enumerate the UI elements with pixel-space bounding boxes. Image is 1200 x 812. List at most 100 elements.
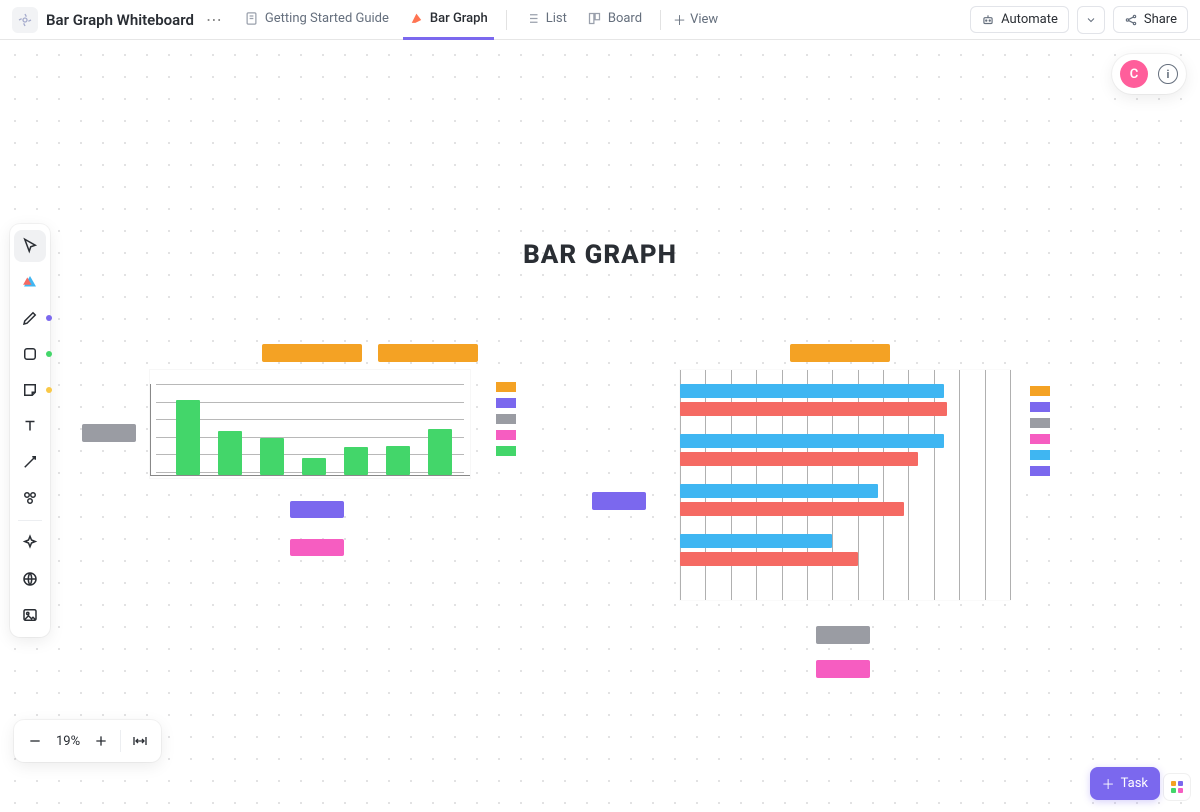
web-tool[interactable]	[14, 563, 46, 595]
chart1-legend[interactable]	[490, 374, 522, 464]
image-tool[interactable]	[14, 599, 46, 631]
automate-button[interactable]: Automate	[970, 6, 1069, 33]
info-icon[interactable]: i	[1158, 64, 1178, 84]
bar[interactable]	[428, 429, 452, 475]
share-label: Share	[1144, 12, 1177, 27]
legend-swatch[interactable]	[496, 414, 516, 424]
bar[interactable]	[680, 434, 944, 448]
bar[interactable]	[680, 534, 832, 548]
chart2-legend[interactable]	[1024, 378, 1056, 484]
automate-dropdown[interactable]	[1077, 6, 1105, 34]
sticky-note-tool[interactable]	[14, 374, 46, 406]
bar[interactable]	[680, 402, 947, 416]
bar[interactable]	[680, 484, 878, 498]
chart2-bottom-ph-1[interactable]	[816, 626, 870, 644]
ai-tool[interactable]	[14, 527, 46, 559]
share-button[interactable]: Share	[1113, 6, 1188, 33]
board-icon	[587, 11, 602, 26]
zoom-value[interactable]: 19%	[50, 734, 86, 749]
view-label: View	[690, 12, 718, 27]
bar[interactable]	[176, 400, 200, 475]
tab-separator	[660, 10, 661, 30]
avatar[interactable]: C	[1120, 60, 1148, 88]
zoom-in-button[interactable]	[86, 726, 116, 756]
hand-shape-tool[interactable]	[14, 266, 46, 298]
whiteboard-canvas[interactable]: BAR GRAPH	[0, 40, 1200, 812]
chart2-ylabel-ph[interactable]	[592, 492, 646, 510]
tab-label: Bar Graph	[430, 11, 488, 26]
chart1-ylabel-ph[interactable]	[82, 424, 136, 442]
legend-swatch[interactable]	[496, 382, 516, 392]
doc-icon	[244, 11, 259, 26]
new-task-button[interactable]: ＋ Task	[1090, 767, 1160, 800]
pen-tool[interactable]	[14, 302, 46, 334]
tab-label: Getting Started Guide	[265, 11, 389, 26]
robot-icon	[981, 13, 995, 27]
bar[interactable]	[680, 384, 944, 398]
more-icon[interactable]: ⋯	[202, 10, 226, 29]
legend-swatch[interactable]	[1030, 434, 1050, 444]
top-bar: Bar Graph Whiteboard ⋯ Getting Started G…	[0, 0, 1200, 40]
bar[interactable]	[680, 502, 904, 516]
bar[interactable]	[218, 431, 242, 475]
shape-tool[interactable]	[14, 338, 46, 370]
zoom-separator	[120, 730, 121, 752]
plus-icon: ＋	[673, 10, 686, 29]
whiteboard-title[interactable]: BAR GRAPH	[523, 240, 677, 270]
bar[interactable]	[302, 458, 326, 475]
legend-swatch[interactable]	[1030, 450, 1050, 460]
tab-board[interactable]: Board	[581, 0, 648, 40]
app-title: Bar Graph Whiteboard	[46, 11, 194, 29]
toolbar-separator	[18, 520, 42, 521]
fit-width-button[interactable]	[125, 726, 155, 756]
connector-tool[interactable]	[14, 446, 46, 478]
chart1-header-ph-2[interactable]	[378, 344, 478, 362]
chart1-xlabel-ph-1[interactable]	[290, 501, 344, 518]
y-axis	[150, 384, 151, 476]
legend-swatch[interactable]	[1030, 402, 1050, 412]
x-axis	[150, 475, 470, 476]
bar[interactable]	[680, 452, 918, 466]
bar[interactable]	[260, 438, 284, 475]
select-tool[interactable]	[14, 230, 46, 262]
legend-swatch[interactable]	[496, 430, 516, 440]
bar[interactable]	[386, 446, 410, 475]
chart2-bottom-ph-2[interactable]	[816, 660, 870, 678]
vertical-bar-chart[interactable]	[150, 370, 470, 478]
gridline	[959, 370, 960, 600]
legend-swatch[interactable]	[1030, 386, 1050, 396]
chart2-header-ph[interactable]	[790, 344, 890, 362]
text-tool[interactable]	[14, 410, 46, 442]
add-view-button[interactable]: ＋ View	[673, 10, 718, 29]
zoom-control: 19%	[14, 720, 161, 762]
tab-getting-started[interactable]: Getting Started Guide	[238, 0, 395, 40]
app-icon	[12, 7, 38, 33]
tab-label: Board	[608, 11, 642, 26]
gridline	[156, 384, 464, 385]
gridline	[156, 454, 464, 455]
bar[interactable]	[344, 447, 368, 475]
tab-bar-graph[interactable]: Bar Graph	[403, 0, 494, 40]
legend-swatch[interactable]	[496, 446, 516, 456]
tab-separator	[506, 10, 507, 30]
tab-list[interactable]: List	[519, 0, 573, 40]
chart1-xlabel-ph-2[interactable]	[290, 539, 344, 556]
more-shapes-tool[interactable]	[14, 482, 46, 514]
list-icon	[525, 11, 540, 26]
horizontal-bar-chart[interactable]	[680, 370, 1010, 600]
bar[interactable]	[680, 552, 858, 566]
automate-label: Automate	[1001, 12, 1058, 27]
grid-icon	[1171, 781, 1183, 793]
zoom-out-button[interactable]	[20, 726, 50, 756]
apps-button[interactable]	[1164, 774, 1190, 800]
legend-swatch[interactable]	[1030, 418, 1050, 428]
gridline	[156, 437, 464, 438]
chart1-header-ph-1[interactable]	[262, 344, 362, 362]
gridline	[1010, 370, 1011, 600]
legend-swatch[interactable]	[496, 398, 516, 408]
whiteboard-content: BAR GRAPH	[0, 40, 1200, 812]
legend-swatch[interactable]	[1030, 466, 1050, 476]
gridline	[985, 370, 986, 600]
gridline	[156, 419, 464, 420]
gridline	[156, 402, 464, 403]
